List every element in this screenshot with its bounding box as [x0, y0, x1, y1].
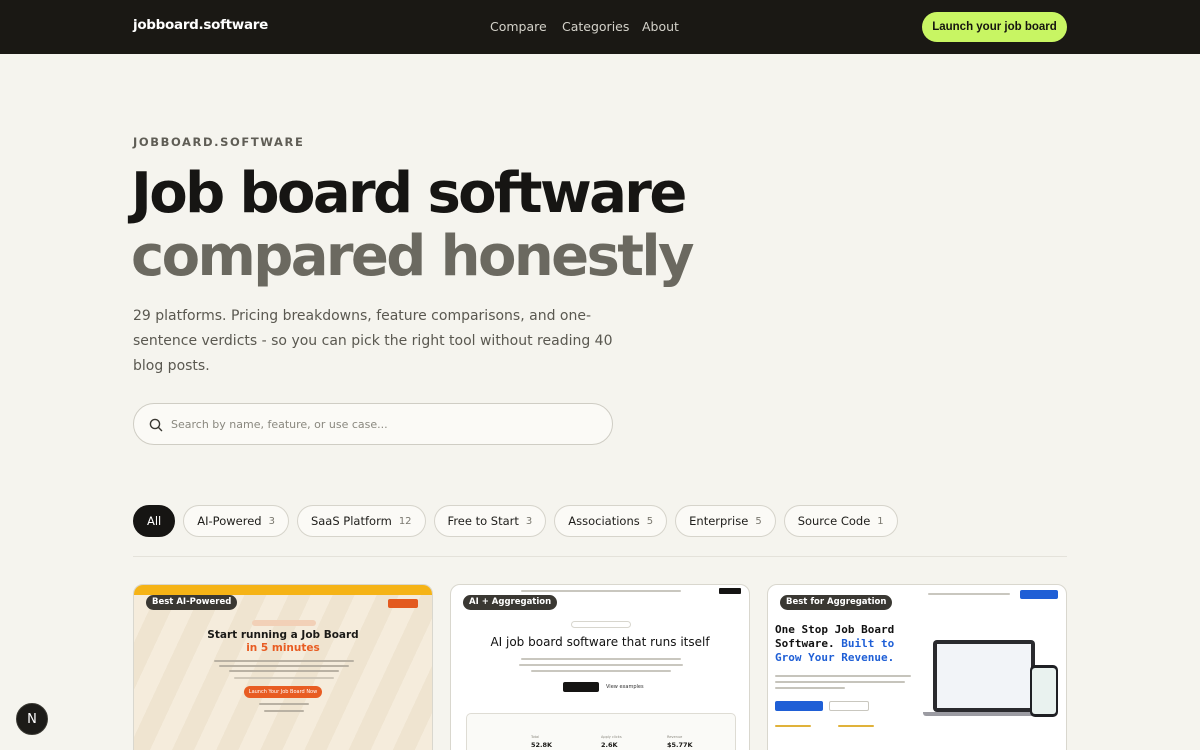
filter-chip-free-to-start[interactable]: Free to Start 3 [433, 505, 547, 537]
platform-card-2[interactable]: AI + Aggregation AI job board software t… [450, 584, 750, 750]
floating-action-button[interactable]: N [16, 703, 48, 735]
filter-chip-count: 1 [877, 515, 884, 527]
preview-view-examples: View examples [606, 684, 644, 690]
preview-pill [252, 620, 316, 626]
preview-rating-stars [775, 725, 811, 727]
filter-chip-label: Enterprise [689, 514, 749, 528]
filter-chip-label: Free to Start [447, 514, 519, 528]
preview-text-line [775, 675, 911, 677]
preview-phone-mockup [1030, 665, 1058, 717]
search-input[interactable] [171, 417, 591, 431]
preview-title: AI job board software that runs itself [490, 635, 710, 649]
filter-chip-label: SaaS Platform [310, 514, 392, 528]
preview-laptop-mockup [933, 640, 1035, 712]
preview-text-line [214, 660, 354, 662]
preview-text-line [259, 703, 309, 705]
card-badge: Best for Aggregation [780, 595, 893, 610]
filter-chip-label: Associations [568, 514, 640, 528]
preview-stat-label: Revenue [667, 735, 683, 739]
preview-nav-line [928, 593, 1010, 595]
preview-stat-label: Total [531, 735, 540, 739]
card-badge: Best AI-Powered [146, 595, 238, 610]
nav-link-categories[interactable]: Categories [562, 19, 629, 34]
preview-text-line [775, 687, 845, 689]
filter-chip-count: 12 [398, 515, 412, 527]
platform-card-1[interactable]: Best AI-Powered Start running a Job Boar… [133, 584, 433, 750]
preview-text-line [531, 670, 671, 672]
hero-title-line-2: compared honestly [131, 224, 694, 289]
launch-job-board-button[interactable]: Launch your job board [922, 12, 1067, 42]
preview-start-button [563, 682, 599, 692]
filter-chip-count: 3 [268, 515, 275, 527]
top-navigation-bar: jobboard.software Compare Categories Abo… [0, 0, 1200, 54]
preview-text-line [229, 670, 339, 672]
preview-title-highlight-1: Built to [841, 637, 895, 650]
category-filter-chips: All AI-Powered 3 SaaS Platform 12 Free t… [133, 505, 898, 537]
preview-start-button [775, 701, 823, 711]
nav-link-compare[interactable]: Compare [490, 19, 547, 34]
preview-stat-value: 52.8K [531, 741, 553, 749]
filter-chip-saas-platform[interactable]: SaaS Platform 12 [296, 505, 426, 537]
search-icon [149, 418, 163, 432]
hero-title-line-1: Job board software [131, 161, 687, 226]
preview-text-line [264, 710, 304, 712]
preview-phone-screen [1032, 668, 1056, 714]
filter-chip-count: 3 [525, 515, 533, 527]
nav-link-about[interactable]: About [642, 19, 679, 34]
preview-title-line-2: in 5 minutes [246, 642, 320, 654]
preview-nav-button [388, 599, 418, 608]
preview-title-line-1: One Stop Job Board [775, 623, 895, 636]
filter-chip-enterprise[interactable]: Enterprise 5 [675, 505, 776, 537]
filter-chip-label: All [147, 514, 162, 528]
filter-chip-count: 5 [646, 515, 654, 527]
preview-cta-label: Launch Your Job Board Now [248, 689, 318, 695]
preview-text-line [775, 681, 905, 683]
preview-rating-stars [838, 725, 874, 727]
site-logo[interactable]: jobboard.software [133, 17, 268, 33]
search-bar[interactable] [133, 403, 613, 445]
preview-text-line [519, 664, 683, 666]
preview-laptop-base [923, 712, 1045, 716]
preview-laptop-screen [937, 644, 1031, 708]
filter-chip-all[interactable]: All [133, 505, 176, 537]
preview-nav-button [1020, 590, 1058, 599]
preview-stat-label: Apply clicks [601, 735, 622, 739]
filter-chip-ai-powered[interactable]: AI-Powered 3 [183, 505, 289, 537]
preview-title-line-1: Start running a Job Board [207, 629, 359, 641]
preview-cta-button: Launch Your Job Board Now [244, 686, 322, 698]
card-badge: AI + Aggregation [463, 595, 558, 610]
filter-chip-associations[interactable]: Associations 5 [554, 505, 668, 537]
card-preview-banner [134, 585, 432, 595]
filter-chip-label: Source Code [797, 514, 871, 528]
card-preview-background [134, 595, 432, 750]
preview-title-line-2: Software. [775, 637, 835, 650]
preview-announcement-pill [571, 621, 631, 628]
preview-title: One Stop Job Board Software. Built to Gr… [775, 623, 894, 665]
filter-chip-count: 5 [755, 515, 762, 527]
section-divider [133, 556, 1067, 557]
preview-text-line [521, 658, 681, 660]
preview-stat-value: $5.77K [667, 741, 693, 749]
preview-nav-button [719, 588, 741, 594]
filter-chip-label: AI-Powered [197, 514, 262, 528]
hero-subtitle: 29 platforms. Pricing breakdowns, featur… [133, 308, 613, 374]
platform-card-3[interactable]: Best for Aggregation One Stop Job Board … [767, 584, 1067, 750]
preview-stat-value: 2.6K [601, 741, 618, 749]
hero-eyebrow: JOBBOARD.SOFTWARE [133, 135, 305, 149]
preview-demo-button [829, 701, 869, 711]
preview-title-highlight-2: Grow Your Revenue. [775, 651, 895, 664]
preview-nav-line [521, 590, 681, 592]
preview-text-line [219, 665, 349, 667]
preview-text-line [234, 677, 334, 679]
filter-chip-source-code[interactable]: Source Code 1 [783, 505, 898, 537]
